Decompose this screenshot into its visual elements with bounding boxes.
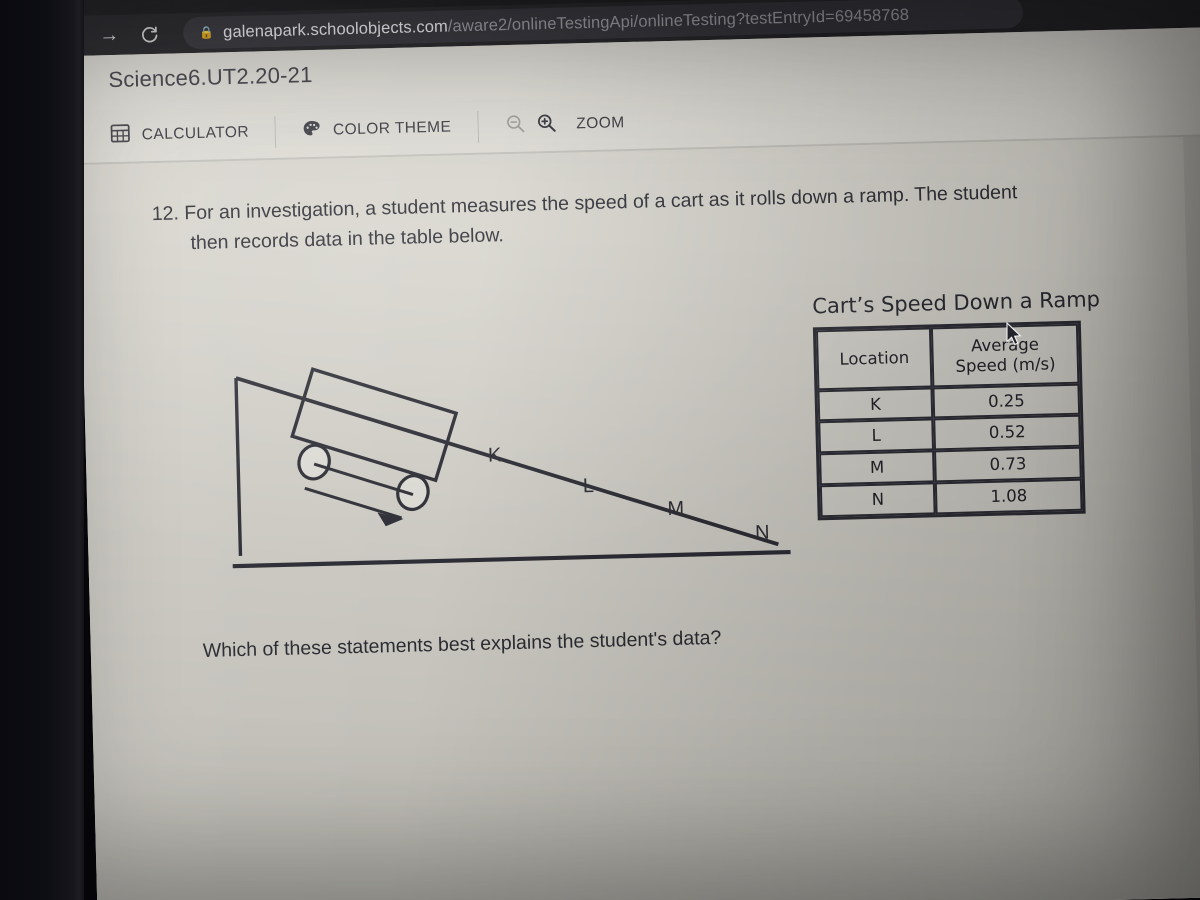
cell-location: N xyxy=(819,482,936,518)
column-header-line-2: Speed (m/s) xyxy=(955,354,1056,376)
cell-speed: 1.08 xyxy=(935,478,1083,515)
photo-of-screen: ˄ Aware × G kinetic energy - G ← → xyxy=(0,0,1200,900)
cell-speed: 0.73 xyxy=(934,446,1082,483)
calculator-icon xyxy=(109,123,131,150)
question-panel: 12. For an investigation, a student meas… xyxy=(74,136,1200,900)
table-row: N 1.08 xyxy=(819,478,1083,518)
cell-speed: 0.25 xyxy=(932,383,1081,419)
page-title: Science6.UT2.20-21 xyxy=(108,61,313,93)
back-arrow-icon[interactable]: ← xyxy=(74,16,90,57)
cell-speed: 0.52 xyxy=(933,415,1081,451)
svg-text:L: L xyxy=(583,475,595,497)
svg-text:K: K xyxy=(488,444,503,466)
question-number: 12. xyxy=(151,202,180,226)
url-domain: galenapark.schoolobjects.com xyxy=(222,17,449,41)
svg-text:M: M xyxy=(667,498,684,520)
question-stem: 12. For an investigation, a student meas… xyxy=(151,174,1142,259)
column-header-line-1: Average xyxy=(970,334,1040,356)
table-header-row: Location Average Speed (m/s) xyxy=(815,323,1080,390)
cell-location: L xyxy=(818,418,935,454)
photo-bezel-left xyxy=(0,0,84,900)
browser-window: ˄ Aware × G kinetic energy - G ← → xyxy=(74,0,1200,900)
toolbar-color-theme-button[interactable]: COLOR THEME xyxy=(276,110,478,149)
speed-data-table: Location Average Speed (m/s) K 0.25 L 0.… xyxy=(812,320,1086,521)
palette-icon xyxy=(302,118,323,143)
cell-location: K xyxy=(817,386,934,422)
reload-icon[interactable] xyxy=(129,14,170,55)
toolbar-calculator-button[interactable]: CALCULATOR xyxy=(109,115,275,153)
speed-data-table-wrap: Cart’s Speed Down a Ramp Location Averag… xyxy=(812,287,1101,521)
table-caption: Cart’s Speed Down a Ramp xyxy=(812,287,1101,319)
zoom-in-icon[interactable] xyxy=(535,111,558,139)
svg-text:N: N xyxy=(755,522,770,544)
toolbar-color-theme-label: COLOR THEME xyxy=(332,118,452,139)
address-bar-url: galenapark.schoolobjects.com/aware2/onli… xyxy=(223,5,909,41)
column-header-average-speed: Average Speed (m/s) xyxy=(931,323,1080,387)
toolbar-zoom-label: ZOOM xyxy=(576,114,625,133)
cell-location: M xyxy=(819,450,936,486)
zoom-out-icon[interactable] xyxy=(504,112,527,140)
lock-icon: 🔒 xyxy=(199,25,215,40)
column-header-location: Location xyxy=(815,327,933,390)
question-follow-up: Which of these statements best explains … xyxy=(202,626,722,662)
toolbar-zoom-group: ZOOM xyxy=(478,105,651,143)
forward-arrow-icon[interactable]: → xyxy=(89,15,130,56)
url-path: /aware2/onlineTestingApi/onlineTesting?t… xyxy=(447,5,910,36)
ramp-with-cart-diagram: K L M N xyxy=(213,311,819,586)
toolbar-calculator-label: CALCULATOR xyxy=(141,123,250,144)
